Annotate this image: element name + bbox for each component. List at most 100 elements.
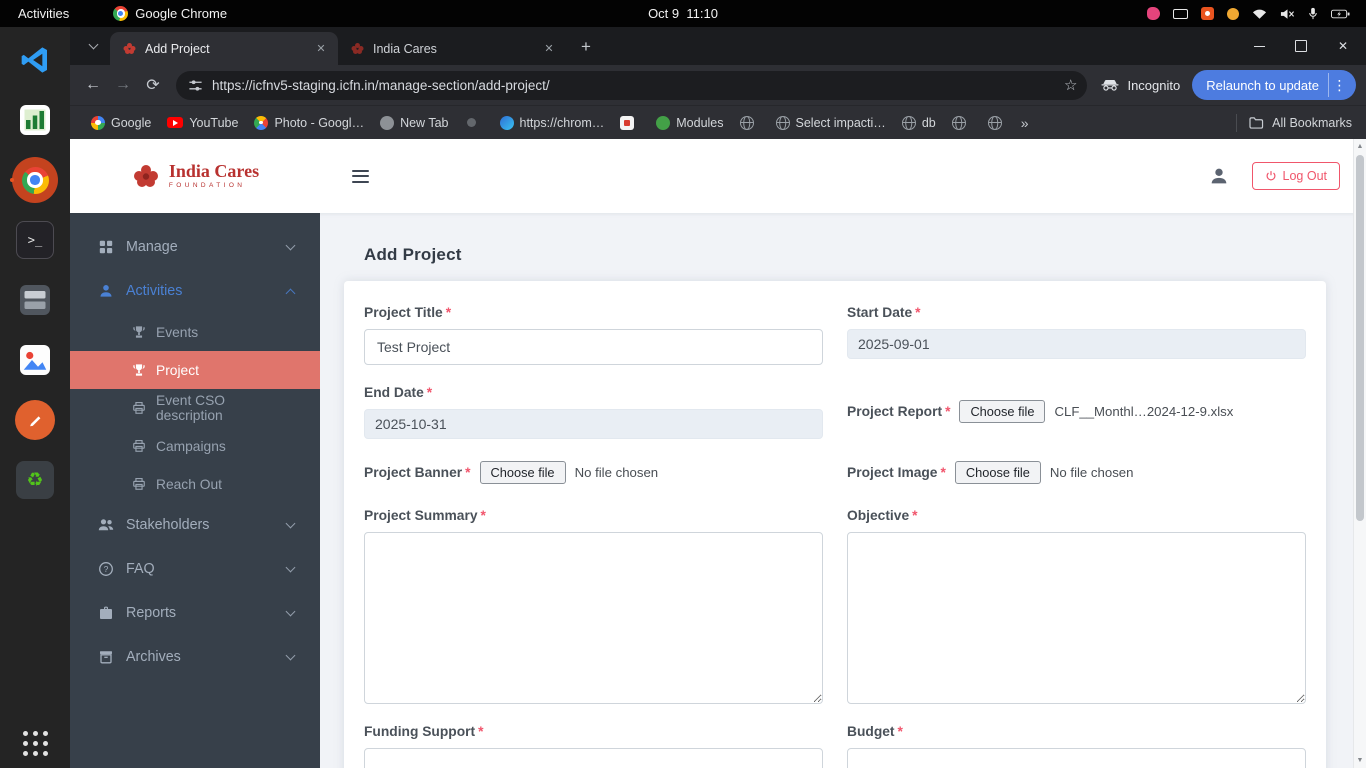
tab-add-project[interactable]: Add Project ✕ [110, 32, 338, 65]
bookmark-google[interactable]: Google [84, 113, 158, 133]
sidebar-item-reach-out[interactable]: Reach Out [70, 465, 320, 503]
dock-text-editor[interactable] [9, 397, 61, 443]
tab-india-cares[interactable]: India Cares ✕ [338, 32, 566, 65]
tab-search-button[interactable] [80, 33, 106, 59]
sidebar-item-manage[interactable]: Manage [70, 225, 320, 269]
user-icon[interactable] [1208, 165, 1230, 187]
project-image-choose-file-button[interactable]: Choose file [955, 461, 1041, 484]
close-window-button[interactable]: ✕ [1332, 35, 1354, 57]
project-title-input[interactable] [364, 329, 823, 365]
start-date-label: Start Date* [847, 305, 1306, 320]
browser-menu-icon[interactable]: ⋮ [1328, 73, 1350, 97]
site-logo[interactable]: India Cares FOUNDATION [70, 162, 320, 190]
forward-button[interactable]: → [108, 70, 138, 100]
project-image-filename: No file chosen [1050, 465, 1134, 480]
media-indicator-icon[interactable] [1147, 7, 1160, 20]
notification-icon[interactable] [1227, 8, 1239, 20]
sidebar-item-project[interactable]: Project [70, 351, 320, 389]
reload-button[interactable]: ⟳ [138, 70, 168, 100]
sidebar-item-campaigns[interactable]: Campaigns [70, 427, 320, 465]
bookmark-unnamed-2[interactable] [613, 113, 647, 133]
app-grid-button[interactable] [23, 731, 48, 756]
scroll-up-arrow[interactable]: ▲ [1354, 140, 1366, 153]
dock-libreoffice-calc[interactable] [9, 97, 61, 143]
sidebar-toggle-button[interactable] [346, 164, 375, 189]
minimize-button[interactable] [1248, 35, 1270, 57]
activities-button[interactable]: Activities [0, 6, 87, 21]
scroll-down-arrow[interactable]: ▼ [1354, 754, 1366, 767]
focused-app-menu[interactable]: Google Chrome [113, 6, 227, 21]
battery-icon[interactable] [1331, 9, 1350, 19]
funding-support-label: Funding Support* [364, 724, 823, 739]
bookmark-unnamed-1[interactable] [458, 115, 491, 130]
url-text: https://icfnv5-staging.icfn.in/manage-se… [212, 78, 1055, 93]
tab-strip: Add Project ✕ India Cares ✕ + ✕ [70, 27, 1366, 65]
budget-input[interactable] [847, 748, 1306, 768]
bookmark-modules[interactable]: Modules [649, 113, 730, 133]
sidebar-item-activities[interactable]: Activities [70, 269, 320, 313]
objective-label: Objective* [847, 508, 1306, 523]
project-summary-textarea[interactable] [364, 532, 823, 704]
dock-image-viewer[interactable] [9, 337, 61, 383]
bookmarks-bar: Google YouTube Photo - Googl… New Tab ht… [70, 105, 1366, 139]
sidebar-item-archives[interactable]: Archives [70, 635, 320, 679]
sidebar-item-stakeholders[interactable]: Stakeholders [70, 503, 320, 547]
dock-vscode[interactable] [9, 37, 61, 83]
all-bookmarks-button[interactable]: All Bookmarks [1249, 116, 1352, 130]
back-button[interactable]: ← [78, 70, 108, 100]
bookmark-new-tab[interactable]: New Tab [373, 113, 455, 133]
folder-icon [1249, 116, 1264, 129]
bookmark-unnamed-4[interactable] [945, 113, 979, 133]
bookmark-unnamed-5[interactable] [981, 113, 1015, 133]
bookmark-star-icon[interactable]: ☆ [1064, 76, 1077, 94]
bookmark-db[interactable]: db [895, 113, 943, 133]
bookmark-youtube[interactable]: YouTube [160, 113, 245, 133]
relaunch-label: Relaunch to update [1206, 78, 1319, 93]
screen-record-icon[interactable] [1201, 7, 1214, 20]
clock[interactable]: Oct 9 11:10 [648, 6, 718, 21]
question-icon: ? [98, 561, 114, 577]
globe-icon [952, 116, 966, 130]
microphone-icon[interactable] [1308, 7, 1318, 20]
site-settings-icon[interactable] [188, 78, 203, 93]
sidebar-item-reports[interactable]: Reports [70, 591, 320, 635]
new-tab-button[interactable]: + [572, 33, 600, 61]
bookmark-unnamed-3[interactable] [733, 113, 767, 133]
close-tab-icon[interactable]: ✕ [312, 40, 330, 58]
dock-chrome[interactable] [9, 157, 61, 203]
page-icon [467, 118, 476, 127]
objective-textarea[interactable] [847, 532, 1306, 704]
link-icon [500, 116, 514, 130]
project-report-choose-file-button[interactable]: Choose file [959, 400, 1045, 423]
restore-button[interactable] [1290, 35, 1312, 57]
close-tab-icon[interactable]: ✕ [540, 40, 558, 58]
funding-support-input[interactable] [364, 748, 823, 768]
dock-terminal[interactable]: >_ [9, 217, 61, 263]
bookmarks-overflow-button[interactable]: » [1021, 115, 1029, 131]
project-summary-label: Project Summary* [364, 508, 823, 523]
person-icon [98, 283, 114, 299]
wifi-icon[interactable] [1252, 8, 1267, 20]
chevron-down-icon [286, 519, 296, 529]
dock-files[interactable] [9, 277, 61, 323]
address-bar[interactable]: https://icfnv5-staging.icfn.in/manage-se… [176, 71, 1087, 100]
bookmark-select-impact[interactable]: Select impacti… [769, 113, 893, 133]
sidebar-item-events[interactable]: Events [70, 313, 320, 351]
end-date-input[interactable] [364, 409, 823, 439]
ubuntu-top-bar: Activities Google Chrome Oct 9 11:10 [0, 0, 1366, 27]
start-date-input[interactable] [847, 329, 1306, 359]
sidebar-item-faq[interactable]: ? FAQ [70, 547, 320, 591]
page-scrollbar[interactable]: ▲ ▼ [1353, 139, 1366, 768]
vscode-icon [19, 44, 51, 76]
display-share-icon[interactable] [1173, 9, 1188, 19]
bookmark-photos[interactable]: Photo - Googl… [247, 113, 371, 133]
relaunch-button[interactable]: Relaunch to update ⋮ [1192, 70, 1356, 100]
project-title-field: Project Title* [364, 305, 823, 365]
logout-button[interactable]: Log Out [1252, 162, 1340, 190]
volume-muted-icon[interactable] [1280, 8, 1295, 20]
scrollbar-thumb[interactable] [1356, 155, 1364, 521]
bookmark-chrome-link[interactable]: https://chrom… [493, 113, 612, 133]
sidebar-item-event-cso-description[interactable]: Event CSO description [70, 389, 320, 427]
dock-recycle[interactable]: ♻ [9, 457, 61, 503]
project-banner-choose-file-button[interactable]: Choose file [480, 461, 566, 484]
